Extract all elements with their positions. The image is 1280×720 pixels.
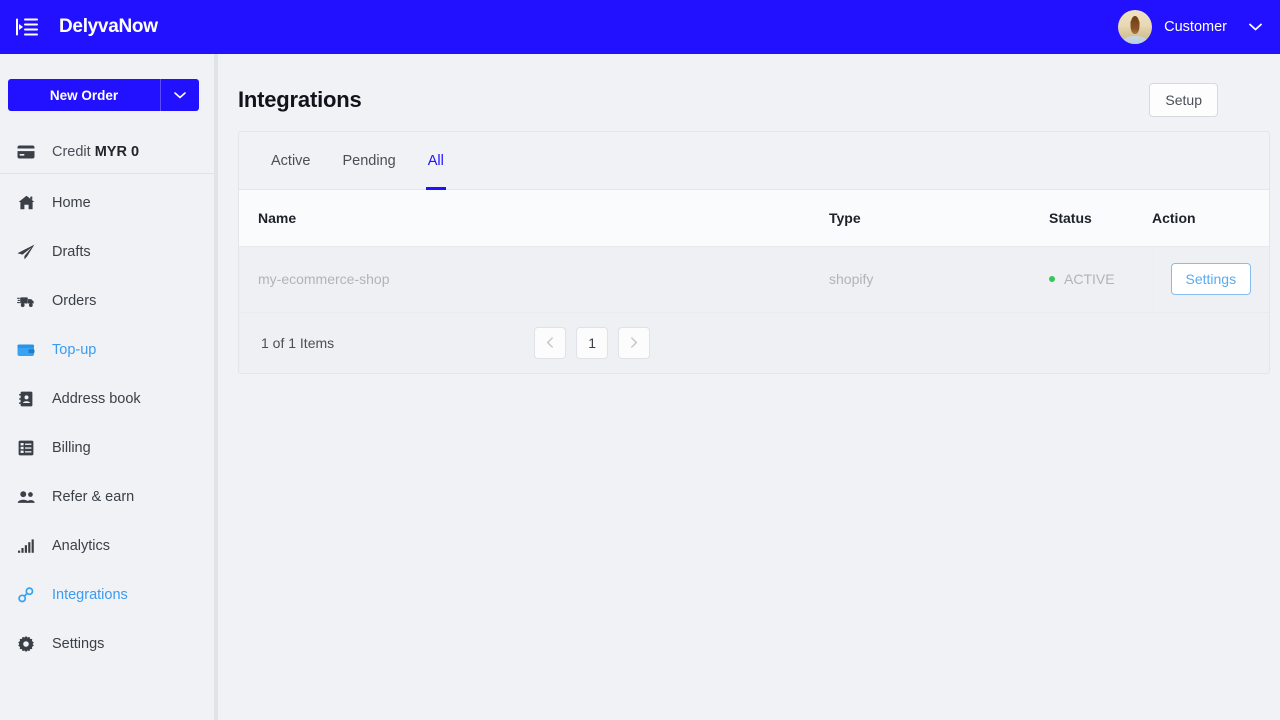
sidebar-item-integrations[interactable]: Integrations	[0, 570, 218, 621]
sidebar-item-analytics[interactable]: Analytics	[0, 521, 217, 570]
sidebar-item-label: Drafts	[52, 243, 91, 260]
gear-icon	[17, 635, 35, 652]
sidebar-item-label: Orders	[52, 292, 97, 309]
credit-amount: MYR 0	[94, 143, 140, 160]
column-header-type[interactable]: Type	[829, 190, 1049, 247]
chevron-left-icon[interactable]	[534, 326, 567, 359]
bar-chart-icon	[17, 538, 35, 553]
chevron-right-icon[interactable]	[618, 326, 651, 359]
sidebar-item-drafts[interactable]: Drafts	[0, 227, 217, 276]
tab-bar: Active Pending All	[239, 132, 1269, 190]
pagination-count: 1 of 1 Items	[261, 334, 335, 351]
cell-type: shopify	[829, 246, 1049, 313]
credit-row[interactable]: Credit MYR 0	[0, 130, 217, 174]
table-body: my-ecommerce-shop shopify ACTIVE Setting…	[239, 246, 1269, 313]
wallet-icon	[17, 343, 35, 357]
tab-active[interactable]: Active	[255, 132, 327, 190]
invoice-list-icon	[17, 440, 35, 456]
column-header-status[interactable]: Status	[1049, 190, 1152, 247]
new-order-dropdown-chevron-down-icon[interactable]	[161, 79, 199, 111]
credit-label: Credit MYR 0	[52, 144, 139, 160]
sidebar-item-settings[interactable]: Settings	[0, 619, 217, 668]
sidebar-item-label: Refer & earn	[52, 488, 135, 505]
sidebar-item-billing[interactable]: Billing	[0, 423, 217, 472]
tab-pending[interactable]: Pending	[327, 132, 412, 190]
status-label: ACTIVE	[1064, 271, 1115, 287]
username-label: Customer	[1164, 19, 1227, 35]
tab-all[interactable]: All	[412, 132, 460, 190]
pagination-page-1[interactable]: 1	[576, 326, 609, 359]
brand-logo[interactable]: DelyvaNow	[59, 16, 158, 38]
main-content: Integrations Setup Active Pending All Na…	[218, 54, 1280, 720]
sidebar-item-label: Integrations	[52, 586, 128, 603]
sidebar-item-label: Address book	[52, 390, 141, 407]
sidebar: New Order Credit MYR 0 Home Drafts Order…	[0, 54, 218, 720]
row-settings-button[interactable]: Settings	[1170, 263, 1252, 295]
cell-name: my-ecommerce-shop	[239, 246, 829, 313]
people-icon	[17, 490, 35, 504]
sidebar-item-label: Top-up	[52, 341, 97, 358]
paper-plane-icon	[17, 244, 35, 260]
credit-text: Credit	[52, 143, 91, 160]
column-header-action[interactable]: Action	[1152, 190, 1269, 247]
avatar[interactable]	[1118, 10, 1153, 44]
sidebar-item-refer-earn[interactable]: Refer & earn	[0, 472, 217, 521]
pagination-controls: 1	[534, 326, 651, 359]
home-icon	[17, 195, 35, 210]
status-badge: ACTIVE	[1049, 246, 1152, 313]
integrations-table: Name Type Status Action my-ecommerce-sho…	[239, 190, 1269, 313]
sidebar-item-label: Home	[52, 194, 91, 211]
sidebar-item-orders[interactable]: Orders	[0, 276, 217, 325]
cell-action: Settings	[1151, 246, 1269, 313]
menu-fold-icon[interactable]	[0, 0, 54, 54]
sidebar-scrollbar[interactable]	[214, 54, 218, 720]
sidebar-nav: Home Drafts Orders Top-up Address book B…	[0, 178, 218, 668]
truck-icon	[17, 294, 35, 308]
pagination: 1 of 1 Items 1	[239, 312, 1269, 373]
table-header-row: Name Type Status Action	[239, 190, 1269, 247]
sidebar-item-home[interactable]: Home	[0, 178, 217, 227]
address-book-icon	[17, 391, 35, 407]
credit-card-icon	[17, 145, 35, 159]
table-row[interactable]: my-ecommerce-shop shopify ACTIVE Setting…	[239, 246, 1269, 313]
setup-button[interactable]: Setup	[1149, 83, 1218, 117]
sidebar-item-label: Settings	[52, 635, 105, 652]
sidebar-item-label: Billing	[52, 439, 91, 456]
status-dot-icon	[1049, 276, 1055, 283]
sidebar-item-address-book[interactable]: Address book	[0, 374, 217, 423]
integrations-card: Active Pending All Name Type Status Acti…	[238, 131, 1270, 374]
user-menu[interactable]: Customer	[1118, 0, 1280, 54]
page-title: Integrations	[238, 87, 362, 112]
link-chain-icon	[17, 586, 35, 603]
chevron-down-icon[interactable]	[1249, 18, 1262, 36]
top-bar: DelyvaNow Customer	[0, 0, 1280, 54]
sidebar-item-label: Analytics	[52, 537, 111, 554]
new-order-group: New Order	[8, 79, 199, 111]
new-order-button[interactable]: New Order	[8, 79, 161, 111]
page-header: Integrations Setup	[218, 54, 1280, 126]
table-header: Name Type Status Action	[239, 190, 1269, 247]
sidebar-item-top-up[interactable]: Top-up	[0, 325, 217, 374]
column-header-name[interactable]: Name	[239, 190, 829, 247]
